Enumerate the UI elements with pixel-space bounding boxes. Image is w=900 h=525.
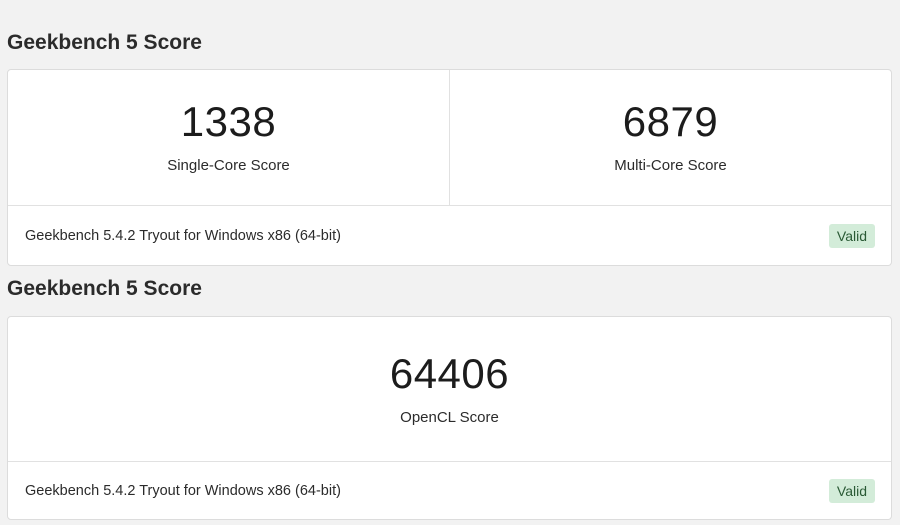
version-text: Geekbench 5.4.2 Tryout for Windows x86 (… — [25, 228, 341, 244]
score-row-cpu: 1338 Single-Core Score 6879 Multi-Core S… — [8, 70, 891, 206]
version-text: Geekbench 5.4.2 Tryout for Windows x86 (… — [25, 483, 341, 499]
single-core-score: 1338 Single-Core Score — [8, 70, 449, 205]
score-card-opencl: 64406 OpenCL Score Geekbench 5.4.2 Tryou… — [7, 316, 892, 520]
single-core-score-label: Single-Core Score — [167, 157, 290, 174]
version-footer-opencl: Geekbench 5.4.2 Tryout for Windows x86 (… — [8, 462, 891, 520]
single-core-score-value: 1338 — [180, 98, 277, 145]
valid-badge: Valid — [828, 224, 875, 248]
opencl-score-value: 64406 — [389, 349, 510, 397]
multi-core-score-label: Multi-Core Score — [614, 157, 727, 174]
score-row-opencl: 64406 OpenCL Score — [8, 317, 891, 462]
opencl-score: 64406 OpenCL Score — [8, 317, 891, 461]
page: Geekbench 5 Score 1338 Single-Core Score… — [0, 0, 900, 525]
version-footer-cpu: Geekbench 5.4.2 Tryout for Windows x86 (… — [8, 206, 891, 266]
section-title-cpu: Geekbench 5 Score — [7, 31, 202, 54]
valid-badge: Valid — [828, 479, 875, 503]
score-card-cpu: 1338 Single-Core Score 6879 Multi-Core S… — [7, 69, 892, 266]
multi-core-score: 6879 Multi-Core Score — [449, 70, 891, 205]
opencl-score-label: OpenCL Score — [400, 408, 499, 426]
multi-core-score-value: 6879 — [622, 98, 719, 145]
section-title-opencl: Geekbench 5 Score — [7, 277, 202, 300]
